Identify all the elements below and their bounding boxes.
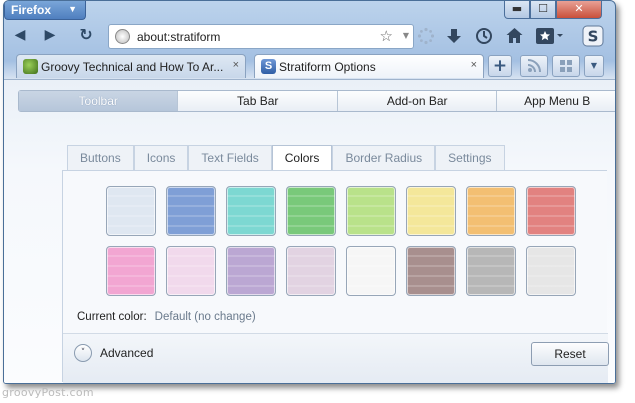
nav-app-menu[interactable]: App Menu B [497,91,615,111]
maximize-button[interactable]: ☐ [530,1,556,19]
tab-icons[interactable]: Icons [133,145,189,170]
advanced-label[interactable]: Advanced [100,346,153,360]
color-swatch[interactable] [346,186,396,236]
color-swatch[interactable] [406,246,456,296]
bookmarks-icon[interactable] [535,26,565,46]
minimize-button[interactable]: ▬ [504,1,530,19]
color-swatch[interactable] [526,186,576,236]
color-swatch[interactable] [226,246,276,296]
color-swatch[interactable] [106,246,156,296]
color-swatch[interactable] [166,186,216,236]
color-swatch[interactable] [406,186,456,236]
color-swatch[interactable] [466,186,516,236]
svg-text:S: S [588,28,599,46]
color-swatch[interactable] [466,246,516,296]
stratiform-favicon-icon: S [261,59,276,74]
current-color-label: Current color: [77,311,147,323]
color-swatch[interactable] [286,186,336,236]
tab-groups-button[interactable] [552,55,580,77]
globe-icon [115,29,130,44]
nav-addon-bar[interactable]: Add-on Bar [338,91,498,111]
expand-advanced-icon[interactable]: ˅ [74,344,92,362]
color-swatch[interactable] [346,246,396,296]
download-icon[interactable] [445,27,463,45]
home-icon[interactable] [505,26,524,45]
forward-button[interactable]: ▶ [40,25,60,45]
back-button[interactable]: ◀ [10,25,30,45]
chevron-down-icon: ▼ [68,4,77,14]
new-tab-button[interactable]: + [488,55,512,77]
loading-icon [417,27,435,45]
reload-button[interactable]: ↻ [76,25,96,45]
tab-colors[interactable]: Colors [271,145,333,170]
url-bar[interactable]: about:stratiform ☆ ▼ [108,24,414,49]
color-swatch[interactable] [106,186,156,236]
list-all-tabs-button[interactable]: ▼ [584,55,604,77]
close-tab-icon[interactable]: × [471,59,477,71]
tab-settings[interactable]: Settings [435,145,505,170]
color-swatch[interactable] [286,246,336,296]
reset-button[interactable]: Reset [531,342,609,366]
sub-tabs: Buttons Icons Text Fields Colors Border … [67,145,505,170]
nav-toolbar[interactable]: Toolbar [19,91,179,111]
color-swatch[interactable] [526,246,576,296]
tab-groups-icon [560,60,572,72]
rss-icon [527,59,541,73]
colors-panel: Current color: Default (no change) ˅ Adva… [62,170,609,383]
watermark: groovyPost.com [2,386,94,399]
advanced-section: ˅ Advanced Reset [63,333,609,383]
history-icon[interactable] [475,27,493,45]
close-tab-icon[interactable]: × [233,59,239,71]
stratiform-icon[interactable]: S [582,25,604,47]
color-swatch[interactable] [166,246,216,296]
current-color-value: Default (no change) [154,311,256,323]
bookmark-star-icon[interactable]: ☆ [380,27,393,45]
close-window-button[interactable]: ✕ [556,1,602,19]
rss-button[interactable] [520,55,548,77]
nav-tab-bar[interactable]: Tab Bar [178,91,338,111]
current-color: Current color: Default (no change) [77,311,256,323]
url-text: about:stratiform [137,30,221,44]
url-dropdown-icon[interactable]: ▼ [403,31,409,40]
tab-buttons[interactable]: Buttons [67,145,134,170]
groovy-favicon-icon [23,59,38,74]
color-swatch[interactable] [226,186,276,236]
page-content: Toolbar Tab Bar Add-on Bar App Menu B Bu… [4,79,615,383]
tab-text-fields[interactable]: Text Fields [188,145,272,170]
top-navigation: Toolbar Tab Bar Add-on Bar App Menu B [18,90,615,112]
chevron-down-icon: ▼ [590,61,598,70]
tab-stratiform-options[interactable]: S Stratiform Options × [254,54,484,78]
firefox-menu-button[interactable]: Firefox ▼ [4,1,86,20]
tab-groovy[interactable]: Groovy Technical and How To Ar... × [16,54,246,78]
browser-window: Firefox ▼ ▬ ☐ ✕ ◀ ▶ ↻ about:stratiform ☆… [3,0,616,384]
tab-border-radius[interactable]: Border Radius [332,145,436,170]
